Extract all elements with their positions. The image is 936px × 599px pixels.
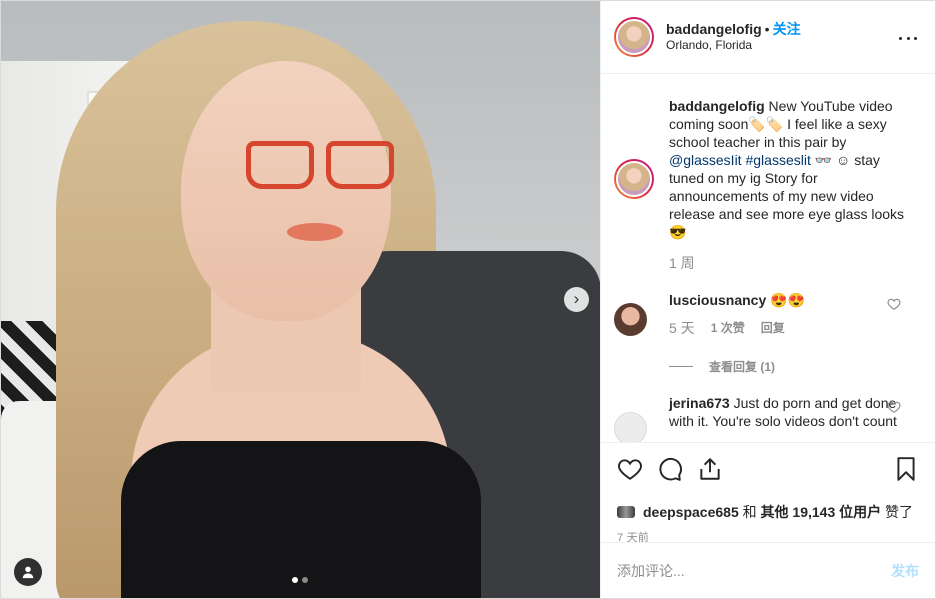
- users-label[interactable]: 位用户: [839, 504, 881, 520]
- more-horizontal-icon: [899, 36, 902, 40]
- chevron-right-icon: ›: [573, 289, 580, 308]
- hashtag-link[interactable]: #glasseslit: [745, 152, 810, 168]
- avatar[interactable]: [614, 159, 654, 199]
- comment-username[interactable]: jerina673: [669, 395, 730, 411]
- comment-item: jerina673 Just do porn and get done with…: [614, 394, 921, 442]
- post-comment-button[interactable]: 发布: [891, 561, 919, 581]
- liker-username[interactable]: deepspace685: [643, 504, 739, 520]
- avatar[interactable]: [614, 412, 647, 442]
- comment-likes[interactable]: 1 次赞: [711, 319, 745, 337]
- glasses: [246, 141, 396, 193]
- comment-username[interactable]: lusciousnancy: [669, 292, 766, 308]
- mention-link[interactable]: @glassesIit: [669, 152, 742, 168]
- comment-text: 😍😍: [766, 292, 806, 308]
- share-icon[interactable]: [697, 456, 723, 482]
- more-options-button[interactable]: [899, 29, 917, 47]
- follow-button[interactable]: 关注: [773, 21, 801, 37]
- header-username[interactable]: baddangelofig: [666, 21, 762, 37]
- others-label[interactable]: 其他: [761, 504, 789, 520]
- heart-icon[interactable]: [887, 297, 901, 311]
- post-actions: deepspace685 和 其他 19,143 位用户 赞了 7 天前: [601, 442, 935, 545]
- post-dialog: › baddangelofig • 关注 Orlando, Florida ba…: [0, 0, 936, 599]
- view-replies-button[interactable]: 查看回复 (1): [669, 358, 921, 375]
- likes-summary: deepspace685 和 其他 19,143 位用户 赞了: [617, 503, 919, 521]
- carousel-dot: [292, 577, 298, 583]
- avatar[interactable]: [614, 17, 654, 57]
- person-icon: [22, 566, 34, 579]
- comment-input[interactable]: [617, 562, 891, 579]
- comment-item: lusciousnancy 😍😍 5 天 1 次赞 回复: [614, 291, 921, 337]
- comments-list[interactable]: baddangelofig New YouTube video coming s…: [601, 74, 935, 442]
- comment-time[interactable]: 5 天: [669, 319, 695, 337]
- heart-icon[interactable]: [617, 456, 643, 482]
- caption: baddangelofig New YouTube video coming s…: [614, 97, 921, 272]
- heart-icon[interactable]: [887, 400, 901, 414]
- post-photo[interactable]: ›: [1, 1, 600, 598]
- carousel-dots: [292, 577, 308, 583]
- liker-avatar: [617, 506, 635, 518]
- bookmark-icon[interactable]: [893, 456, 919, 482]
- post-header: baddangelofig • 关注 Orlando, Florida: [601, 1, 935, 74]
- likes-count[interactable]: 19,143: [789, 504, 840, 520]
- location-link[interactable]: Orlando, Florida: [666, 38, 801, 53]
- caption-username[interactable]: baddangelofig: [669, 98, 765, 114]
- tagged-users-button[interactable]: [14, 558, 42, 586]
- carousel-dot: [302, 577, 308, 583]
- comment-icon[interactable]: [657, 456, 683, 482]
- separator-dot: •: [764, 21, 770, 37]
- reply-button[interactable]: 回复: [761, 319, 785, 337]
- add-comment-bar: 发布: [601, 542, 935, 598]
- caption-time[interactable]: 1 周: [669, 254, 911, 272]
- post-side-panel: baddangelofig • 关注 Orlando, Florida baddan…: [600, 1, 935, 598]
- avatar[interactable]: [614, 303, 647, 336]
- next-photo-button[interactable]: ›: [564, 287, 589, 312]
